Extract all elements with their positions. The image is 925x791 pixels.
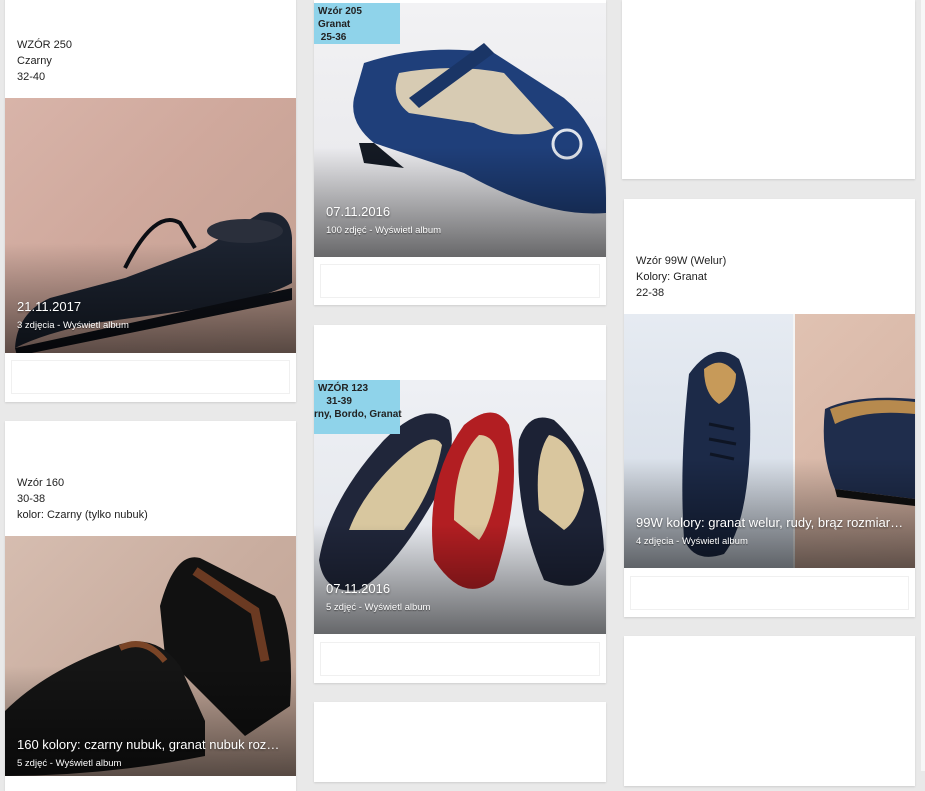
album-card-wzor-205: Wzór 205 Granat 25-36 07.11.2016 100 zdj… — [314, 0, 606, 305]
album-card-wzor-160: Wzór 160 30-38 kolor: Czarny (tylko nubu… — [5, 421, 296, 791]
album-description: WZÓR 250 Czarny 32-40 — [17, 39, 73, 83]
album-cover-photo[interactable]: WZÓR 123 31-39 rny, Bordo, Granat 07.11.… — [314, 380, 606, 634]
album-meta: 100 zdjęć - Wyświetl album — [326, 225, 442, 236]
album-card-wzor-123: WZÓR 123 31-39 rny, Bordo, Granat 07.11.… — [314, 325, 606, 683]
album-meta: 5 zdjęć - Wyświetl album — [326, 602, 431, 613]
album-card-partial-bottom-right — [624, 636, 915, 786]
album-title: 99W kolory: granat welur, rudy, brąz roz… — [636, 515, 905, 530]
view-album-link[interactable]: Wyświetl album — [375, 225, 441, 236]
album-title: 160 kolory: czarny nubuk, granat nubuk r… — [17, 737, 286, 752]
comment-field[interactable] — [630, 576, 909, 610]
comment-field[interactable] — [320, 264, 600, 298]
model-label: Wzór 205 Granat 25-36 — [314, 3, 400, 44]
album-meta: 4 zdjęcia - Wyświetl album — [636, 536, 748, 547]
comment-field[interactable] — [320, 642, 600, 676]
comment-field[interactable] — [11, 360, 290, 394]
album-card-partial-bottom — [314, 702, 606, 782]
album-card-wzor-99w: Wzór 99W (Welur) Kolory: Granat 22-38 99… — [624, 199, 915, 617]
album-meta: 5 zdjęć - Wyświetl album — [17, 758, 122, 769]
album-card-partial-top-right — [622, 0, 915, 179]
view-album-link[interactable]: Wyświetl album — [63, 320, 129, 331]
album-cover-photo[interactable]: Wzór 205 Granat 25-36 07.11.2016 100 zdj… — [314, 3, 606, 257]
album-title: 07.11.2016 — [326, 581, 391, 596]
album-cover-photo[interactable]: 21.11.2017 3 zdjęcia - Wyświetl album — [5, 98, 296, 353]
album-cover-photo[interactable]: 99W kolory: granat welur, rudy, brąz roz… — [624, 314, 915, 568]
page-right-edge — [921, 0, 925, 771]
album-card-wzor-250: WZÓR 250 Czarny 32-40 21.11.2017 3 zdjęc… — [5, 0, 296, 402]
album-cover-photo[interactable]: 160 kolory: czarny nubuk, granat nubuk r… — [5, 536, 296, 776]
album-description: Wzór 99W (Welur) Kolory: Granat 22-38 — [636, 255, 727, 299]
album-title: 07.11.2016 — [326, 204, 391, 219]
view-album-link[interactable]: Wyświetl album — [56, 758, 122, 769]
album-title: 21.11.2017 — [17, 299, 82, 314]
album-meta: 3 zdjęcia - Wyświetl album — [17, 320, 129, 331]
album-description: Wzór 160 30-38 kolor: Czarny (tylko nubu… — [17, 477, 148, 521]
model-label: WZÓR 123 31-39 rny, Bordo, Granat — [314, 380, 402, 434]
view-album-link[interactable]: Wyświetl album — [682, 536, 748, 547]
view-album-link[interactable]: Wyświetl album — [365, 602, 431, 613]
